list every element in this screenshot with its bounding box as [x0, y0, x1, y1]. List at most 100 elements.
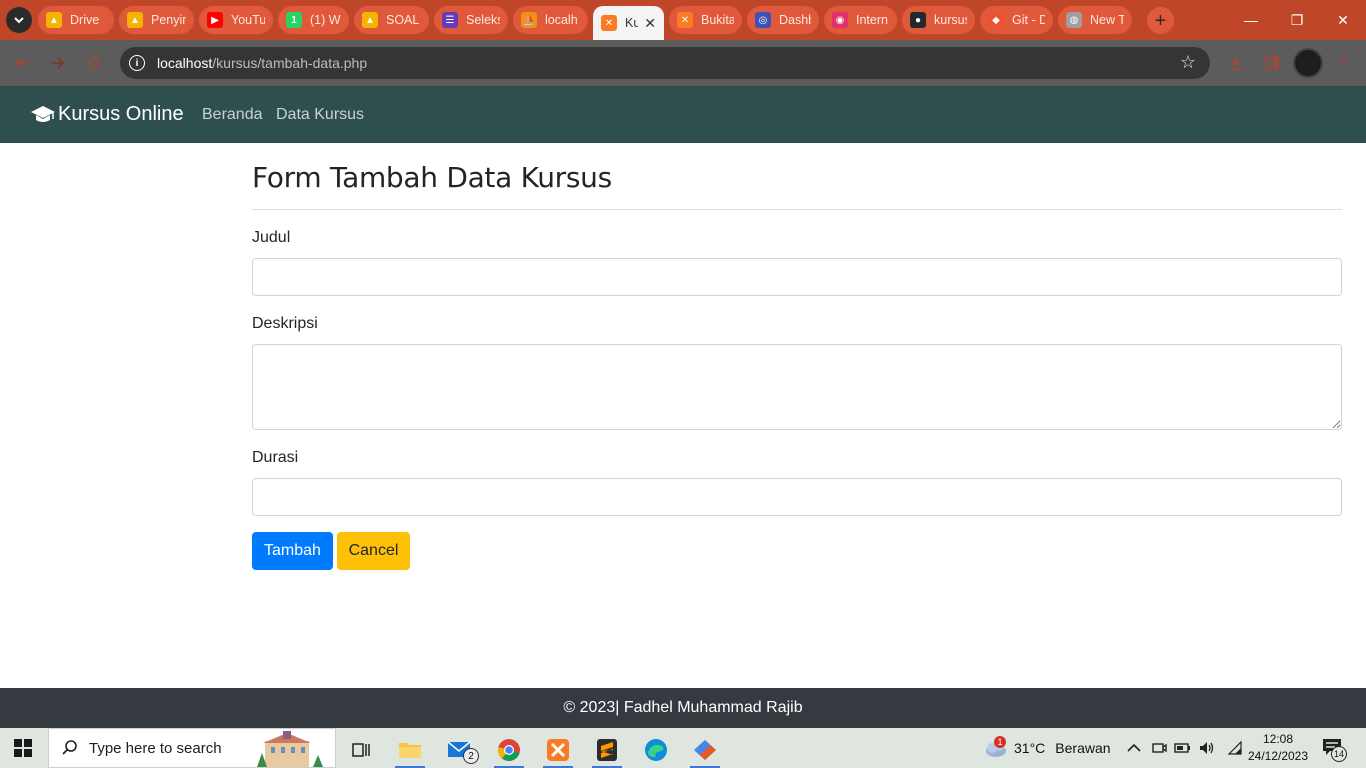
browser-tab[interactable]: ◆ Git - D	[980, 6, 1053, 34]
tab-title: kursus	[934, 13, 967, 27]
site-navbar: Kursus Online Beranda Data Kursus	[0, 86, 1366, 143]
weather-condition: Berawan	[1055, 740, 1111, 756]
mail-badge: 2	[463, 748, 479, 764]
kebab-menu-icon	[1342, 56, 1346, 70]
edge-icon	[645, 738, 667, 761]
cancel-button[interactable]: Cancel	[337, 532, 410, 570]
browser-tab[interactable]: ◍ New T	[1058, 6, 1132, 34]
notification-count: 14	[1331, 746, 1347, 762]
site-footer: © 2023| Fadhel Muhammad Rajib	[0, 688, 1366, 728]
clock-time: 12:08	[1262, 732, 1294, 746]
close-window-button[interactable]: ✕	[1320, 0, 1366, 40]
task-view-button[interactable]	[342, 733, 380, 766]
clock-date: 24/12/2023	[1247, 749, 1309, 763]
menu-button[interactable]	[1333, 52, 1355, 74]
browser-tab[interactable]: ⛵ localh	[513, 6, 588, 34]
browser-tab[interactable]: 1 (1) Wh	[278, 6, 349, 34]
sublime-text-app[interactable]	[588, 733, 626, 768]
tab-title: (1) Wh	[310, 13, 341, 27]
notification-center-button[interactable]: 14	[1322, 738, 1347, 762]
windows-taskbar: Type here to search 2 1 31°C Berawan 12:…	[0, 728, 1366, 768]
file-explorer-app[interactable]	[391, 733, 429, 768]
tab-favicon-icon: ◎	[755, 12, 771, 28]
tab-title: YouTu	[231, 13, 265, 27]
graduation-cap-icon	[31, 105, 55, 122]
browser-tab[interactable]: ✕ Bukita	[669, 6, 742, 34]
tab-favicon-icon: ◍	[1066, 12, 1082, 28]
weather-badge: 1	[994, 736, 1006, 748]
brand-link[interactable]: Kursus Online	[30, 103, 184, 126]
chevron-up-icon[interactable]	[1126, 742, 1142, 754]
bookmark-star-icon[interactable]: ☆	[1180, 52, 1196, 73]
tab-title: localh	[545, 13, 578, 27]
tab-title: Penyim	[151, 13, 186, 27]
minimize-button[interactable]: —	[1228, 0, 1274, 40]
chrome-app[interactable]	[490, 733, 528, 768]
tab-title: Git - D	[1012, 13, 1045, 27]
tambah-button[interactable]: Tambah	[252, 532, 333, 570]
tab-favicon-icon: ▶	[207, 12, 223, 28]
tab-favicon-icon: ●	[910, 12, 926, 28]
deskripsi-textarea[interactable]	[252, 344, 1342, 430]
address-bar[interactable]: i localhost/kursus/tambah-data.php ☆	[120, 47, 1210, 79]
browser-tab[interactable]: ▲ Penyim	[119, 6, 194, 34]
system-tray-icons	[1126, 728, 1244, 768]
windows-start-icon[interactable]	[14, 739, 32, 757]
edge-app[interactable]	[637, 733, 675, 766]
speaker-icon[interactable]	[1198, 740, 1216, 756]
xampp-icon	[547, 738, 569, 761]
taskbar-clock[interactable]: 12:08 24/12/2023	[1246, 731, 1310, 765]
forward-button[interactable]	[47, 52, 69, 74]
search-highlight-illustration	[257, 731, 323, 767]
tab-list: ▲ Drive ▲ Penyim ▶ YouTu 1 (1) Wh ▲ SOAL ☰ Seleks ⛵ l…	[38, 6, 1137, 40]
side-panel-icon	[1265, 56, 1279, 70]
xampp-app[interactable]	[539, 733, 577, 768]
tab-favicon-icon: ▲	[127, 12, 143, 28]
url-host: localhost	[157, 55, 213, 71]
weather-temperature: 31°C	[1014, 740, 1046, 756]
nav-link-beranda[interactable]: Beranda	[202, 106, 263, 124]
taskbar-search-box[interactable]: Type here to search	[48, 728, 336, 768]
browser-tab[interactable]: ◎ Dashb	[747, 6, 819, 34]
browser-tab[interactable]: ● kursus	[902, 6, 975, 34]
sublime-text-icon	[597, 738, 617, 761]
judul-label: Judul	[252, 229, 291, 246]
profile-avatar[interactable]	[1293, 48, 1323, 78]
side-panel-button[interactable]	[1261, 52, 1283, 74]
tab-favicon-icon: ⛵	[521, 12, 537, 28]
wifi-icon[interactable]	[1226, 740, 1244, 756]
divider	[252, 209, 1342, 210]
tab-title: New T	[1090, 13, 1124, 27]
close-icon: ✕	[1337, 11, 1349, 28]
browser-tab[interactable]: ▲ Drive	[38, 6, 114, 34]
google-earth-app[interactable]	[686, 733, 724, 768]
battery-icon[interactable]	[1174, 742, 1192, 754]
durasi-input[interactable]	[252, 478, 1342, 516]
nav-link-data-kursus[interactable]: Data Kursus	[276, 106, 364, 124]
tab-close-icon[interactable]: ✕	[638, 15, 656, 32]
browser-tab[interactable]: ✕ Ku ✕	[593, 6, 664, 40]
new-tab-button[interactable]: +	[1147, 7, 1174, 34]
browser-tab[interactable]: ▶ YouTu	[199, 6, 273, 34]
url-text: localhost/kursus/tambah-data.php	[157, 55, 367, 71]
back-button[interactable]	[11, 52, 33, 74]
chrome-icon	[498, 738, 520, 761]
meet-now-icon[interactable]	[1150, 740, 1168, 756]
footer-text: © 2023| Fadhel Muhammad Rajib	[563, 699, 803, 716]
tab-favicon-icon: ▲	[362, 12, 378, 28]
browser-tab[interactable]: ◉ Intern	[824, 6, 897, 34]
weather-widget[interactable]: 1 31°C Berawan	[982, 728, 1111, 768]
tab-title: Drive	[70, 13, 100, 27]
site-info-icon[interactable]: i	[129, 55, 145, 71]
reload-button[interactable]	[83, 52, 105, 74]
reload-icon	[88, 55, 100, 69]
tab-search-button[interactable]	[6, 7, 32, 33]
browser-tab[interactable]: ☰ Seleks	[434, 6, 508, 34]
tab-favicon-icon: ✕	[677, 12, 693, 28]
folder-icon	[399, 742, 421, 758]
downloads-button[interactable]	[1225, 52, 1247, 74]
browser-tab[interactable]: ▲ SOAL	[354, 6, 429, 34]
mail-app[interactable]: 2	[441, 733, 479, 766]
judul-input[interactable]	[252, 258, 1342, 296]
restore-button[interactable]: ❐	[1274, 0, 1320, 40]
